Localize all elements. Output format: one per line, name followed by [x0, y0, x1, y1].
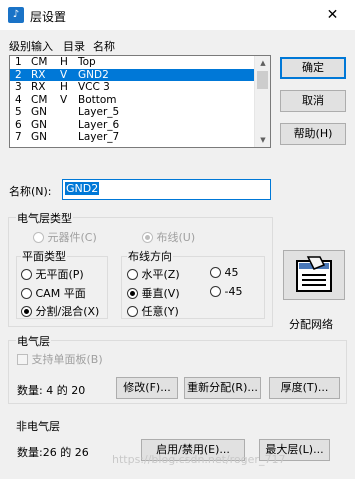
split-mixed-label: 分割/混合(X): [35, 305, 100, 318]
electrical-type-title: 电气层类型: [16, 210, 73, 226]
deg-neg45-circle[interactable]: [210, 286, 221, 297]
layer-type: GN: [31, 131, 47, 143]
layer-number: 4: [15, 93, 22, 106]
assign-net-button[interactable]: [283, 250, 345, 300]
horizontal-circle[interactable]: [127, 269, 138, 280]
header-level-input: 级别输入: [9, 40, 53, 53]
watermark: https://blog.csdn.net/roger_717: [112, 453, 286, 466]
deg45-circle[interactable]: [210, 267, 221, 278]
layer-row[interactable]: 1 CM H Top: [10, 56, 254, 69]
vertical-circle[interactable]: [127, 288, 138, 299]
cam-plane-label: CAM 平面: [35, 287, 86, 300]
layer-name: Bottom: [78, 93, 117, 106]
plane-type-title: 平面类型: [21, 248, 67, 264]
split-mixed-radio[interactable]: 分割/混合(X): [21, 303, 99, 319]
layer-row[interactable]: 7 GN Layer_7: [10, 131, 254, 144]
header-name: 名称: [93, 40, 115, 53]
layer-name: GND2: [78, 68, 109, 81]
routing-radio: 布线(U): [142, 229, 195, 245]
layer-number: 3: [15, 81, 22, 93]
layer-direction: H: [60, 56, 68, 68]
layer-row[interactable]: 3 RX H VCC 3: [10, 81, 254, 94]
vertical-label: 垂直(V): [141, 287, 180, 300]
layer-row[interactable]: 5 GN Layer_5: [10, 106, 254, 119]
layer-row[interactable]: 6 GN Layer_6: [10, 119, 254, 132]
name-label: 名称(N):: [9, 185, 52, 198]
single-side-check-box: [17, 354, 28, 365]
cam-plane-radio[interactable]: CAM 平面: [21, 285, 86, 301]
no-plane-circle[interactable]: [21, 269, 32, 280]
layer-name: Layer_6: [78, 118, 120, 131]
component-label: 元器件(C): [47, 231, 97, 244]
layer-number: 7: [15, 131, 22, 143]
routing-label: 布线(U): [156, 231, 196, 244]
cam-plane-circle[interactable]: [21, 288, 32, 299]
layer-direction: V: [60, 68, 68, 81]
reassign-button[interactable]: 重新分配(R)...: [184, 377, 261, 399]
layer-type: CM: [31, 56, 48, 68]
horizontal-label: 水平(Z): [141, 268, 180, 281]
layer-name: Top: [78, 56, 96, 68]
layer-name: Layer_5: [78, 106, 120, 118]
electrical-count: 数量: 4 的 20: [17, 384, 86, 397]
route-direction-title: 布线方向: [127, 248, 173, 264]
modify-button[interactable]: 修改(F)...: [116, 377, 178, 399]
deg-neg45-label: -45: [224, 285, 243, 298]
layer-number: 2: [15, 68, 22, 81]
layer-type: GN: [31, 118, 47, 131]
routing-radio-circle: [142, 232, 153, 243]
list-scrollbar[interactable]: ▲ ▼: [254, 56, 270, 147]
name-input[interactable]: GND2: [62, 179, 271, 200]
single-side-checkbox: 支持单面板(B): [17, 351, 103, 367]
split-mixed-circle[interactable]: [21, 306, 32, 317]
deg45-label: 45: [224, 266, 239, 279]
horizontal-radio[interactable]: 水平(Z): [127, 266, 180, 282]
help-button[interactable]: 帮助(H): [280, 123, 346, 145]
header-directory: 目录: [63, 40, 85, 53]
deg45-radio[interactable]: 45: [210, 266, 239, 279]
app-icon: ♪: [8, 7, 24, 23]
ok-button[interactable]: 确定: [280, 57, 346, 79]
layer-direction: H: [60, 81, 68, 93]
layer-type: RX: [31, 68, 46, 81]
layer-number: 6: [15, 118, 22, 131]
assign-net-label: 分配网络: [289, 318, 333, 331]
layer-name: Layer_7: [78, 131, 120, 143]
layer-number: 5: [15, 106, 22, 118]
electrical-title: 电气层: [16, 333, 51, 349]
layer-row[interactable]: 2 RX V GND2: [10, 68, 254, 81]
non-electrical-title: 非电气层: [16, 420, 60, 433]
any-circle[interactable]: [127, 306, 138, 317]
any-radio[interactable]: 任意(Y): [127, 303, 179, 319]
layer-row[interactable]: 4 CM V Bottom: [10, 94, 254, 107]
deg-neg45-radio[interactable]: -45: [210, 285, 242, 298]
no-plane-radio[interactable]: 无平面(P): [21, 266, 84, 282]
no-plane-label: 无平面(P): [35, 268, 84, 281]
layer-type: GN: [31, 106, 47, 118]
vertical-radio[interactable]: 垂直(V): [127, 285, 180, 301]
non-electrical-count: 数量:26 的 26: [17, 446, 89, 459]
cancel-button[interactable]: 取消: [280, 90, 346, 112]
scroll-thumb[interactable]: [257, 71, 268, 89]
scroll-down-icon[interactable]: ▼: [255, 133, 270, 147]
single-side-label: 支持单面板(B): [31, 353, 103, 366]
any-label: 任意(Y): [141, 305, 179, 318]
window-title: 层设置: [30, 10, 67, 24]
component-radio: 元器件(C): [33, 229, 97, 245]
layer-number: 1: [15, 56, 22, 68]
scroll-up-icon[interactable]: ▲: [255, 56, 270, 70]
name-input-value: GND2: [65, 182, 100, 195]
component-radio-circle: [33, 232, 44, 243]
layer-list[interactable]: 1 CM H Top 2 RX V GND2 3 RX H VCC 3 4 CM V Bottom 5 GN Lay…: [9, 55, 271, 148]
assign-net-icon: [296, 256, 332, 292]
thickness-button[interactable]: 厚度(T)...: [269, 377, 340, 399]
close-icon[interactable]: ✕: [310, 0, 355, 30]
layer-name: VCC 3: [78, 81, 110, 93]
layer-type: CM: [31, 93, 48, 106]
layer-direction: V: [60, 93, 68, 106]
layer-type: RX: [31, 81, 46, 93]
